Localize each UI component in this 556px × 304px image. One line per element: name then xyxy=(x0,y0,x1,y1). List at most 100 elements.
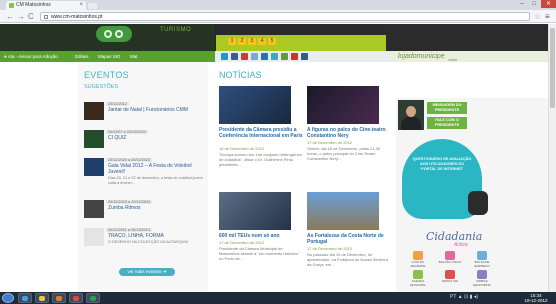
taskbar-media-app[interactable] xyxy=(52,293,66,303)
event-date: 20/12/2011 a 20/13/2013 xyxy=(106,228,152,232)
banner-page-3[interactable]: 3 xyxy=(248,38,256,45)
event-item[interactable]: 20/12/2011 a 20/13/2013 TRAÇO, LINHA, FO… xyxy=(84,228,208,262)
news-summary: Ontem, dia 16 de Dezembro, pelas 21.30 h… xyxy=(307,146,381,161)
scrollbar-thumb[interactable] xyxy=(550,28,555,108)
event-title[interactable]: Jantar de Natal | Funcionários CMM xyxy=(108,107,206,113)
news-heading: NOTÍCIAS xyxy=(219,70,262,80)
system-tray[interactable]: PT ▲ ⊡ ▮ ◂) xyxy=(450,294,478,300)
page-viewport: TURISMO 1 2 3 4 5 ● Ata - Avisos para Ad… xyxy=(0,24,548,292)
tab-title: CM Matosinhos xyxy=(16,2,51,8)
url-text: www.cm-matosinhos.pt xyxy=(51,14,103,20)
news-title[interactable]: As Fortalezas da Costa Norte de Portugal xyxy=(307,233,391,245)
contact-president-button[interactable]: FALE COM O PRESIDENTE xyxy=(427,117,467,129)
event-item[interactable]: 20/11/07 a 20/12/2020 CI QUIZ xyxy=(84,130,208,152)
cid-emprego-link[interactable]: BOLSA DE EMPREGO xyxy=(470,251,494,267)
matosinhos-logo[interactable] xyxy=(96,26,132,42)
more-events-button[interactable]: ver mais eventos ➔ xyxy=(119,268,175,276)
tab-close-icon[interactable]: × xyxy=(79,1,83,10)
flickr-icon[interactable] xyxy=(251,53,258,60)
browser-menu-icon[interactable]: ≡ xyxy=(545,12,550,21)
youtube-icon[interactable] xyxy=(241,53,248,60)
nav-item-mat[interactable]: Mat xyxy=(130,51,138,62)
loja-title: lojadomunicipe xyxy=(398,53,445,60)
clock-date: 19-12-2012 xyxy=(524,298,548,303)
news-item[interactable]: As Fortalezas da Costa Norte de Portugal… xyxy=(307,192,388,292)
news-item[interactable]: Presidente da Câmara presidiu a Conferên… xyxy=(219,86,303,184)
nav-item-editais[interactable]: Editais xyxy=(75,51,89,62)
event-item[interactable]: 20/12/2020 a 20/12/2022 Gala Vidal 2012 … xyxy=(84,158,208,190)
twitter-icon[interactable] xyxy=(271,53,278,60)
cid-loja-link[interactable]: LOJA DO MUNÍCIPE xyxy=(406,251,430,267)
nav-item-avisos[interactable]: ● Ata - Avisos para Adoção xyxy=(4,51,58,62)
mobile-icon[interactable] xyxy=(291,53,298,60)
banner-page-1[interactable]: 1 xyxy=(228,38,236,45)
news-date: 17 de Dezembro de 2012 xyxy=(307,246,353,251)
event-date: 20/12/2020 a 20/12/2022 xyxy=(106,158,153,162)
news-date: 17 de Dezembro de 2012 xyxy=(219,240,265,245)
nav-item-mapas[interactable]: Mapas SIG xyxy=(98,51,121,62)
linkedin-icon[interactable] xyxy=(261,53,268,60)
event-description: O DESENHO NA COLECÇÃO DA AUTARQUIA xyxy=(108,240,189,244)
cid-mobile-link[interactable]: MOBILE GEOPORTAL xyxy=(470,270,494,286)
ie-icon xyxy=(22,296,28,301)
close-window-button[interactable]: ✕ xyxy=(541,0,556,8)
banner-page-5[interactable]: 5 xyxy=(268,38,276,45)
taskbar-chrome-app[interactable] xyxy=(69,293,83,303)
event-item[interactable]: 20/12/2012 Jantar de Natal | Funcionário… xyxy=(84,102,208,124)
event-thumbnail xyxy=(84,102,104,120)
news-item[interactable]: A figuras no palco do Cine-teatro Consta… xyxy=(307,86,387,184)
event-title[interactable]: CI QUIZ xyxy=(108,135,206,141)
cid-label: LOJA DO MUNÍCIPE xyxy=(410,260,426,268)
excel-icon xyxy=(90,296,96,301)
cid-balcao-link[interactable]: BALCÃO ÚNICO xyxy=(438,251,462,267)
site-favicon-icon xyxy=(9,3,14,8)
event-title[interactable]: Zumba Ritmos xyxy=(108,205,206,211)
address-bar[interactable]: www.cm-matosinhos.pt xyxy=(40,12,530,21)
news-title[interactable]: 600 mil TEUs num só ano xyxy=(219,233,303,239)
loja-municipe-link[interactable]: lojadomunicipe online xyxy=(390,51,548,62)
survey-banner[interactable]: QUESTIONÁRIO DE AVALIAÇÃO AOS UTILIZADOR… xyxy=(402,139,488,219)
event-date: 20/11/07 a 20/12/2020 xyxy=(106,130,148,134)
news-item[interactable]: 600 mil TEUs num só ano 17 de Dezembro d… xyxy=(219,192,300,292)
forward-arrow-icon[interactable]: → xyxy=(17,12,25,21)
rss-icon[interactable] xyxy=(221,53,228,60)
maximize-button[interactable]: □ xyxy=(528,0,540,8)
minimize-button[interactable]: – xyxy=(516,0,528,8)
event-title[interactable]: TRAÇO, LINHA, FORMA xyxy=(108,233,206,239)
browser-tab[interactable]: CM Matosinhos × xyxy=(6,1,86,10)
news-photo[interactable] xyxy=(219,86,291,124)
reload-icon[interactable]: C xyxy=(28,12,34,21)
news-photo[interactable] xyxy=(307,192,379,230)
back-arrow-icon[interactable]: ← xyxy=(6,12,14,21)
page-scrollbar[interactable] xyxy=(548,24,556,292)
news-date: 18 de Dezembro de 2012 xyxy=(219,146,265,151)
activa-subtitle: Activa xyxy=(454,242,468,248)
facebook-icon[interactable] xyxy=(231,53,238,60)
cid-mapas-link[interactable]: MAPAS SIG xyxy=(438,270,462,286)
banner-page-4[interactable]: 4 xyxy=(258,38,266,45)
taskbar-excel-app[interactable] xyxy=(86,293,100,303)
banner-page-2[interactable]: 2 xyxy=(238,38,246,45)
taskbar-clock[interactable]: 15:34 19-12-2012 xyxy=(522,293,550,303)
news-summary: "Europa somos nós: Um conjunto heterogén… xyxy=(219,152,303,167)
taskbar-explorer-app[interactable] xyxy=(35,293,49,303)
news-photo[interactable] xyxy=(219,192,291,230)
cid-agenda-link[interactable]: AGENDA MUNICIPAL xyxy=(406,270,430,286)
bookmark-star-icon[interactable]: ☆ xyxy=(534,12,541,21)
start-button[interactable] xyxy=(2,293,14,303)
browser-toolbar: ← → C www.cm-matosinhos.pt ☆ ≡ xyxy=(0,10,556,23)
news-title[interactable]: Presidente da Câmara presidiu a Conferên… xyxy=(219,127,303,139)
new-tab-button[interactable] xyxy=(88,3,97,9)
podcast-icon[interactable] xyxy=(301,53,308,60)
event-title[interactable]: Gala Vidal 2012 – A Festa do Voleibol Ju… xyxy=(108,163,206,175)
president-photo[interactable] xyxy=(398,100,424,130)
turismo-label[interactable]: TURISMO xyxy=(160,27,191,33)
os-taskbar: PT ▲ ⊡ ▮ ◂) 15:34 19-12-2012 xyxy=(0,292,556,304)
android-icon[interactable] xyxy=(281,53,288,60)
event-item[interactable]: 20/12/2023 a 20/12/2024 Zumba Ritmos xyxy=(84,200,208,222)
news-title[interactable]: A figuras no palco do Cine-teatro Consta… xyxy=(307,127,391,139)
president-message-button[interactable]: MENSAGEM DO PRESIDENTE xyxy=(427,102,467,114)
news-photo[interactable] xyxy=(307,86,379,124)
social-bar xyxy=(215,51,390,62)
taskbar-ie-app[interactable] xyxy=(18,293,32,303)
